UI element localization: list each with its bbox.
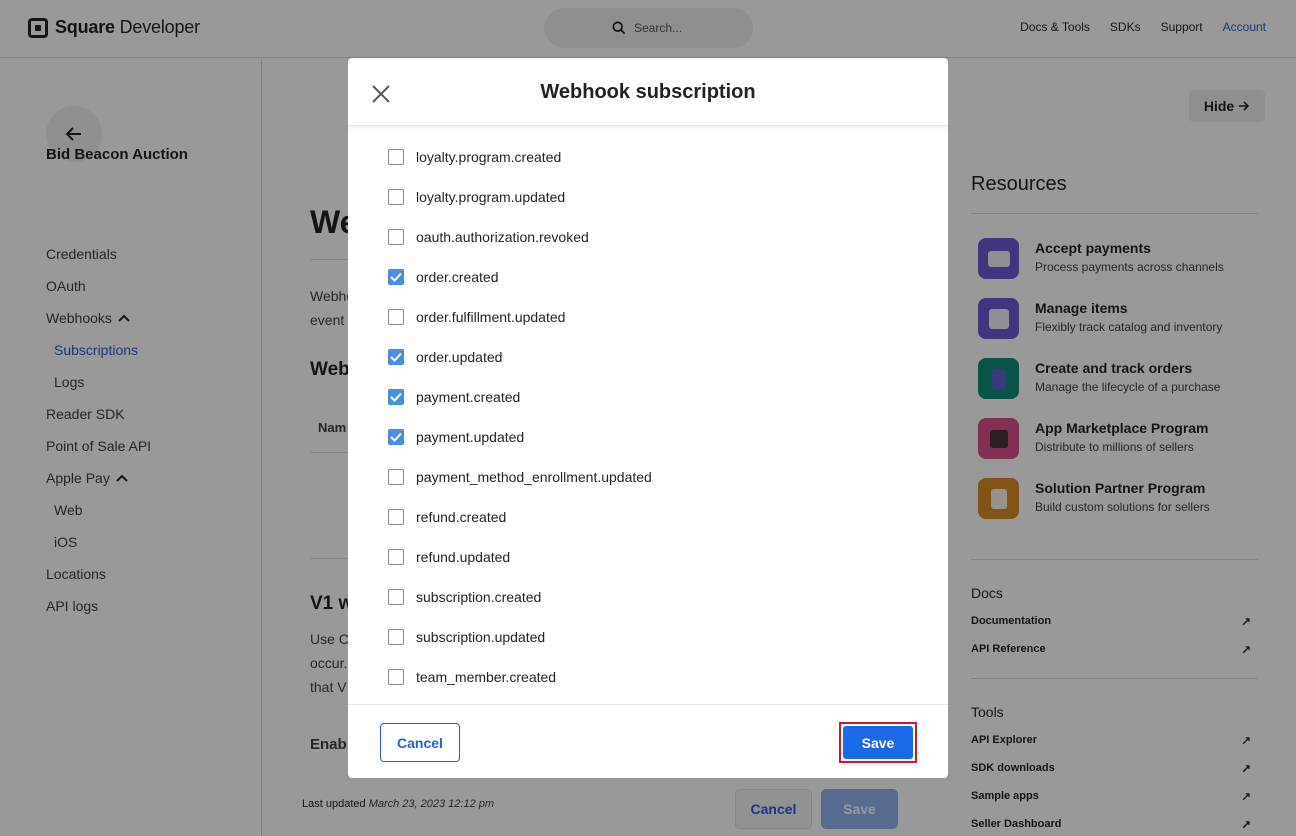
event-checkbox-row[interactable]: payment.created (388, 387, 520, 407)
event-checkbox-row[interactable]: team_member.created (388, 667, 556, 687)
checkbox-checked[interactable] (388, 269, 404, 285)
event-checkbox-row[interactable]: subscription.created (388, 587, 541, 607)
checkbox[interactable] (388, 629, 404, 645)
checkbox[interactable] (388, 229, 404, 245)
cancel-button[interactable]: Cancel (380, 723, 460, 762)
checkmark-icon (390, 272, 402, 282)
event-checkbox-row[interactable]: loyalty.program.updated (388, 187, 565, 207)
checkbox-checked[interactable] (388, 429, 404, 445)
event-checkbox-row[interactable]: order.fulfillment.updated (388, 307, 565, 327)
dialog-title: Webhook subscription (540, 81, 756, 103)
event-checkbox-list: loyalty.program.created loyalty.program.… (348, 127, 948, 704)
checkbox[interactable] (388, 189, 404, 205)
event-checkbox-row[interactable]: loyalty.program.created (388, 147, 561, 167)
save-button[interactable]: Save (843, 726, 913, 759)
webhook-subscription-dialog: Webhook subscription loyalty.program.cre… (348, 58, 948, 778)
dialog-footer: Cancel Save (348, 704, 948, 778)
checkbox-checked[interactable] (388, 349, 404, 365)
event-checkbox-row[interactable]: payment.updated (388, 427, 524, 447)
event-checkbox-row[interactable]: oauth.authorization.revoked (388, 227, 589, 247)
checkbox[interactable] (388, 469, 404, 485)
checkbox-checked[interactable] (388, 389, 404, 405)
event-checkbox-row[interactable]: refund.created (388, 507, 506, 527)
checkmark-icon (390, 352, 402, 362)
checkbox[interactable] (388, 589, 404, 605)
checkbox[interactable] (388, 149, 404, 165)
event-checkbox-row[interactable]: subscription.updated (388, 627, 545, 647)
checkmark-icon (390, 432, 402, 442)
dialog-header: Webhook subscription (348, 58, 948, 126)
checkbox[interactable] (388, 669, 404, 685)
checkbox[interactable] (388, 309, 404, 325)
event-checkbox-row[interactable]: refund.updated (388, 547, 510, 567)
checkmark-icon (390, 392, 402, 402)
checkbox[interactable] (388, 509, 404, 525)
event-checkbox-row[interactable]: order.updated (388, 347, 502, 367)
checkbox[interactable] (388, 549, 404, 565)
event-checkbox-row[interactable]: order.created (388, 267, 499, 287)
event-checkbox-row[interactable]: payment_method_enrollment.updated (388, 467, 652, 487)
